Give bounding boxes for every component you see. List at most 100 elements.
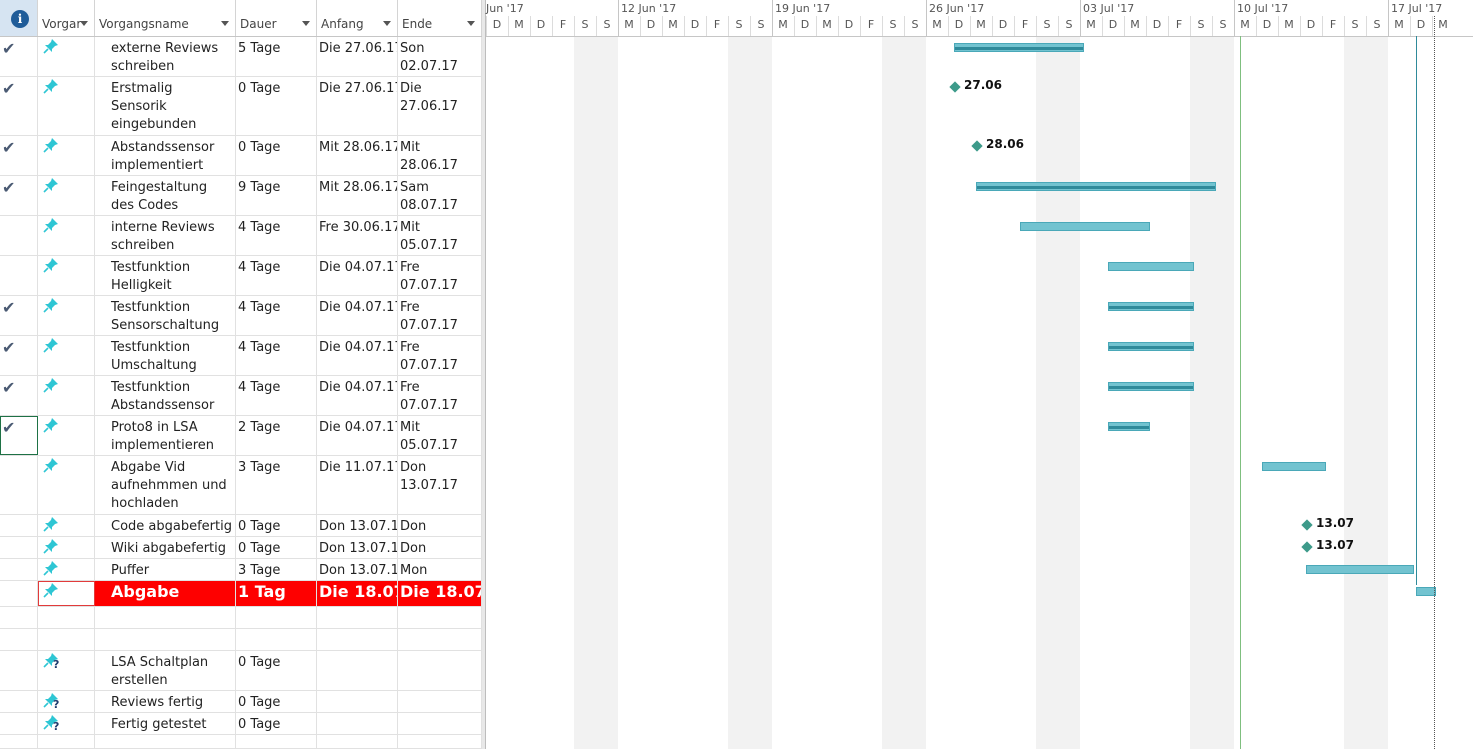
indicator-cell[interactable]: ✔ [0,336,38,375]
duration-cell[interactable]: 4 Tage [236,336,317,375]
table-row[interactable]: Code abgabefertig0 TageDon 13.07.17Don 1… [0,515,482,537]
task-bar[interactable] [1306,565,1414,574]
duration-cell[interactable] [236,629,317,650]
start-date-cell[interactable]: Don 13.07.17 [317,515,398,536]
empty-cell[interactable] [95,735,236,748]
duration-cell[interactable]: 3 Tage [236,559,317,580]
start-date-cell[interactable]: Mit 28.06.17 [317,176,398,215]
start-date-cell[interactable] [317,607,398,628]
indicator-cell[interactable] [0,216,38,255]
task-mode-cell[interactable]: ? [38,713,95,734]
duration-cell[interactable]: 0 Tage [236,77,317,135]
table-row[interactable]: Wiki abgabefertig0 TageDon 13.07.17Don 1… [0,537,482,559]
start-date-cell[interactable]: Don 13.07.17 [317,537,398,558]
task-bar[interactable] [1108,342,1194,351]
task-name-cell[interactable]: externe Reviews schreiben [95,37,236,76]
task-mode-cell[interactable] [38,176,95,215]
indicator-cell[interactable] [0,537,38,558]
task-bar[interactable] [1020,222,1150,231]
empty-cell[interactable] [398,735,482,748]
indicator-cell[interactable] [0,256,38,295]
indicator-cell[interactable]: ✔ [0,77,38,135]
table-row[interactable]: ? Fertig getestet 0 Tage [0,713,482,735]
task-bar[interactable] [954,43,1084,52]
task-mode-cell[interactable]: ? [38,691,95,712]
end-date-cell[interactable] [398,629,482,650]
task-name-cell[interactable]: Testfunktion Abstandssensor [95,376,236,415]
table-row[interactable]: Abgabe Vid aufnehmmen und hochladen 3 Tag… [0,456,482,515]
end-date-cell[interactable]: Fre 07.07.17 [398,336,482,375]
task-bar[interactable] [1108,382,1194,391]
end-date-cell[interactable]: Don 13.07.17 [398,537,482,558]
task-mode-cell[interactable] [38,77,95,135]
task-mode-cell[interactable] [38,456,95,514]
end-date-cell[interactable]: Sam 08.07.17 [398,176,482,215]
start-date-cell[interactable] [317,691,398,712]
table-row[interactable]: Puffer3 TageDon 13.07.17Mon 17.07.17 [0,559,482,581]
chevron-down-icon[interactable] [467,21,475,26]
indicator-cell[interactable] [0,515,38,536]
end-date-cell[interactable]: Mit 28.06.17 [398,136,482,175]
task-mode-cell[interactable] [38,296,95,335]
duration-column-header[interactable]: Dauer [236,0,317,36]
table-row[interactable]: ✔ externe Reviews schreiben 5 Tage Die 27.0… [0,37,482,77]
end-column-header[interactable]: Ende [398,0,482,36]
task-name-cell[interactable]: Abgabe Vid aufnehmmen und hochladen [95,456,236,514]
task-mode-cell[interactable] [38,607,95,628]
task-bar[interactable] [1416,587,1436,596]
table-row[interactable]: ✔ Proto8 in LSA implementieren 2 Tage Die 0… [0,416,482,456]
task-mode-cell[interactable] [38,256,95,295]
duration-cell[interactable]: 0 Tage [236,691,317,712]
start-date-cell[interactable] [317,651,398,690]
indicator-cell[interactable]: ✔ [0,376,38,415]
mode-column-header[interactable]: Vorgar [38,0,95,36]
table-row[interactable] [0,607,482,629]
task-mode-cell[interactable] [38,376,95,415]
end-date-cell[interactable]: Die 18.07 [398,581,482,606]
table-row[interactable] [0,629,482,651]
start-date-cell[interactable]: Fre 30.06.17 [317,216,398,255]
table-row[interactable]: ✔ Testfunktion Abstandssensor 4 Tage Die 04… [0,376,482,416]
task-bar[interactable] [976,182,1216,191]
chevron-down-icon[interactable] [383,21,391,26]
table-row[interactable]: interne Reviews schreiben 4 Tage Fre 30.06… [0,216,482,256]
start-column-header[interactable]: Anfang [317,0,398,36]
duration-cell[interactable]: 0 Tage [236,515,317,536]
table-row[interactable]: ✔ Testfunktion Sensorschaltung 4 Tage Die 0… [0,296,482,336]
task-name-cell[interactable]: Abgabe [95,581,236,606]
start-date-cell[interactable]: Die 04.07.17 [317,256,398,295]
end-date-cell[interactable]: Don 13.07.17 [398,456,482,514]
empty-cell[interactable] [0,735,38,748]
end-date-cell[interactable]: Don 13.07.17 [398,515,482,536]
task-name-cell[interactable] [95,629,236,650]
end-date-cell[interactable]: Son 02.07.17 [398,37,482,76]
table-row[interactable]: ✔ Testfunktion Umschaltung 4 Tage Die 04.07… [0,336,482,376]
task-name-cell[interactable]: Testfunktion Umschaltung [95,336,236,375]
task-mode-cell[interactable] [38,559,95,580]
end-date-cell[interactable]: Mit 05.07.17 [398,416,482,455]
indicator-cell[interactable]: ✔ [0,296,38,335]
chevron-down-icon[interactable] [80,21,88,26]
indicator-cell[interactable] [0,581,38,606]
duration-cell[interactable]: 4 Tage [236,216,317,255]
task-bar[interactable] [1262,462,1326,471]
end-date-cell[interactable]: Fre 07.07.17 [398,296,482,335]
milestone-diamond[interactable] [949,81,961,93]
start-date-cell[interactable]: Die 11.07.17 [317,456,398,514]
task-name-cell[interactable]: Testfunktion Sensorschaltung [95,296,236,335]
indicator-cell[interactable]: ✔ [0,176,38,215]
indicator-cell[interactable] [0,651,38,690]
task-name-cell[interactable]: interne Reviews schreiben [95,216,236,255]
table-row[interactable]: ? Reviews fertig 0 Tage [0,691,482,713]
start-date-cell[interactable]: Die 04.07.17 [317,416,398,455]
start-date-cell[interactable]: Die 18.07 [317,581,398,606]
duration-cell[interactable]: 4 Tage [236,256,317,295]
milestone-diamond[interactable] [971,140,983,152]
duration-cell[interactable] [236,607,317,628]
task-mode-cell[interactable]: ? [38,651,95,690]
chevron-down-icon[interactable] [302,21,310,26]
empty-cell[interactable] [38,735,95,748]
start-date-cell[interactable] [317,629,398,650]
task-name-cell[interactable]: Testfunktion Helligkeit [95,256,236,295]
indicator-cell[interactable] [0,691,38,712]
